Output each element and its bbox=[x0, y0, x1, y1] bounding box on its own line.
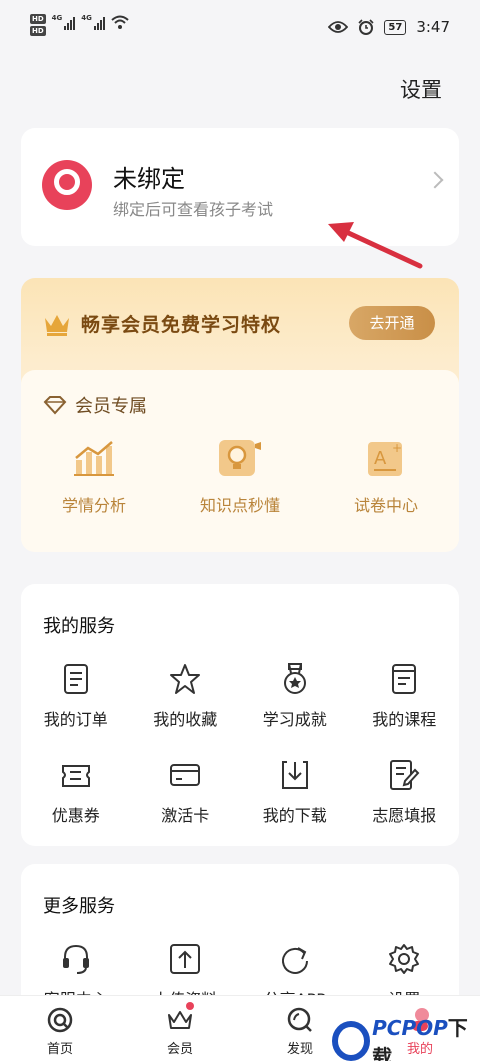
signal-icon: 4G bbox=[52, 14, 76, 30]
order-icon bbox=[63, 664, 88, 694]
service-label: 我的课程 bbox=[372, 710, 437, 729]
chart-icon bbox=[74, 441, 114, 476]
svg-text:+: + bbox=[392, 441, 402, 455]
eye-icon bbox=[328, 21, 349, 33]
vip-item-analysis[interactable]: 学情分析 bbox=[21, 438, 167, 516]
tab-home[interactable]: 首页 bbox=[0, 996, 120, 1061]
vip-promo-text: 畅享会员免费学习特权 bbox=[81, 314, 282, 336]
wifi-icon bbox=[111, 15, 129, 29]
diamond-icon bbox=[43, 396, 67, 415]
my-services-grid: 我的订单 我的收藏 学习成就 我的课程 优惠券 激活卡 我的下载 志愿填报 bbox=[21, 662, 459, 826]
tab-vip[interactable]: 会员 bbox=[120, 996, 240, 1061]
discover-icon bbox=[287, 1007, 312, 1032]
gear-icon bbox=[389, 944, 420, 974]
vip-item-knowledge[interactable]: 知识点秒懂 bbox=[167, 438, 313, 516]
vip-promo-card: 畅享会员免费学习特权 去开通 会员专属 学情分析 知识点秒懂 A + 试卷中心 bbox=[21, 278, 459, 552]
status-left: HD HD 4G 4G bbox=[30, 14, 129, 36]
service-label: 激活卡 bbox=[161, 806, 210, 825]
bind-status-title: 未绑定 bbox=[113, 165, 185, 193]
crown-icon bbox=[168, 1011, 192, 1029]
network-label: 4G bbox=[81, 14, 92, 22]
service-coupons[interactable]: 优惠券 bbox=[21, 758, 131, 826]
chevron-right-icon bbox=[426, 171, 444, 189]
clock: 3:47 bbox=[416, 18, 450, 36]
coupon-icon bbox=[61, 765, 90, 787]
service-my-downloads[interactable]: 我的下载 bbox=[240, 758, 350, 826]
tab-label: 首页 bbox=[46, 1042, 73, 1057]
crown-icon bbox=[45, 315, 69, 336]
status-bar: HD HD 4G 4G 57 3:47 bbox=[0, 0, 480, 48]
vip-item-label: 学情分析 bbox=[61, 496, 126, 515]
vip-feature-grid: 学情分析 知识点秒懂 A + 试卷中心 bbox=[21, 438, 459, 516]
hd-badge: HD bbox=[30, 14, 46, 24]
my-services-title: 我的服务 bbox=[43, 616, 115, 637]
svg-text:A: A bbox=[374, 448, 387, 469]
share-icon bbox=[281, 947, 308, 974]
service-my-orders[interactable]: 我的订单 bbox=[21, 662, 131, 730]
watermark-p-icon bbox=[332, 1021, 371, 1061]
more-services-title: 更多服务 bbox=[43, 896, 115, 917]
vip-item-label: 试卷中心 bbox=[353, 496, 418, 515]
course-book-icon bbox=[392, 664, 417, 694]
service-label: 我的下载 bbox=[262, 806, 327, 825]
service-activation-card[interactable]: 激活卡 bbox=[131, 758, 241, 826]
medal-icon bbox=[283, 663, 306, 694]
network-label: 4G bbox=[51, 14, 63, 22]
watermark-text: PCPOP下载 bbox=[372, 1016, 468, 1061]
watermark-logo: PCPOP下载 bbox=[332, 1012, 480, 1061]
status-right: 57 3:47 bbox=[328, 18, 450, 36]
headset-icon bbox=[62, 944, 89, 974]
vip-exclusive-header: 会员专属 bbox=[43, 392, 147, 418]
vip-exclusive-section: 会员专属 学情分析 知识点秒懂 A + 试卷中心 bbox=[21, 370, 459, 552]
service-label: 志愿填报 bbox=[372, 806, 437, 825]
signal-icon: 4G bbox=[81, 14, 105, 30]
avatar bbox=[42, 160, 92, 210]
alarm-icon bbox=[358, 19, 374, 35]
form-edit-icon bbox=[390, 760, 420, 790]
vip-item-exam-center[interactable]: A + 试卷中心 bbox=[313, 438, 459, 516]
lightbulb-icon bbox=[219, 440, 261, 476]
exam-paper-icon: A + bbox=[368, 441, 402, 476]
hd-badge: HD bbox=[30, 26, 46, 36]
tab-label: 会员 bbox=[166, 1042, 193, 1057]
annotation-arrow-icon bbox=[328, 222, 423, 269]
open-vip-button[interactable]: 去开通 bbox=[349, 306, 435, 340]
download-icon bbox=[281, 761, 308, 789]
service-label: 优惠券 bbox=[51, 806, 100, 825]
service-label: 学习成就 bbox=[262, 710, 327, 729]
vip-item-label: 知识点秒懂 bbox=[199, 496, 280, 515]
card-icon bbox=[170, 764, 201, 786]
bind-hint-text: 绑定后可查看孩子考试 bbox=[113, 200, 274, 219]
service-label: 我的收藏 bbox=[153, 710, 218, 729]
service-my-favorites[interactable]: 我的收藏 bbox=[131, 662, 241, 730]
settings-button[interactable]: 设置 bbox=[400, 74, 442, 104]
service-college-application[interactable]: 志愿填报 bbox=[350, 758, 460, 826]
hd-badges: HD HD bbox=[30, 14, 46, 36]
upload-icon bbox=[170, 944, 201, 974]
star-icon bbox=[170, 664, 201, 694]
service-my-courses[interactable]: 我的课程 bbox=[350, 662, 460, 730]
my-services-card: 我的服务 我的订单 我的收藏 学习成就 我的课程 优惠券 激活卡 我的下载 志愿… bbox=[21, 584, 459, 846]
vip-exclusive-title: 会员专属 bbox=[75, 396, 147, 417]
tab-label: 发现 bbox=[286, 1042, 313, 1057]
service-label: 我的订单 bbox=[43, 710, 108, 729]
service-achievements[interactable]: 学习成就 bbox=[240, 662, 350, 730]
notification-dot bbox=[186, 1002, 194, 1010]
battery-indicator: 57 bbox=[384, 19, 407, 35]
home-icon bbox=[47, 1007, 73, 1033]
